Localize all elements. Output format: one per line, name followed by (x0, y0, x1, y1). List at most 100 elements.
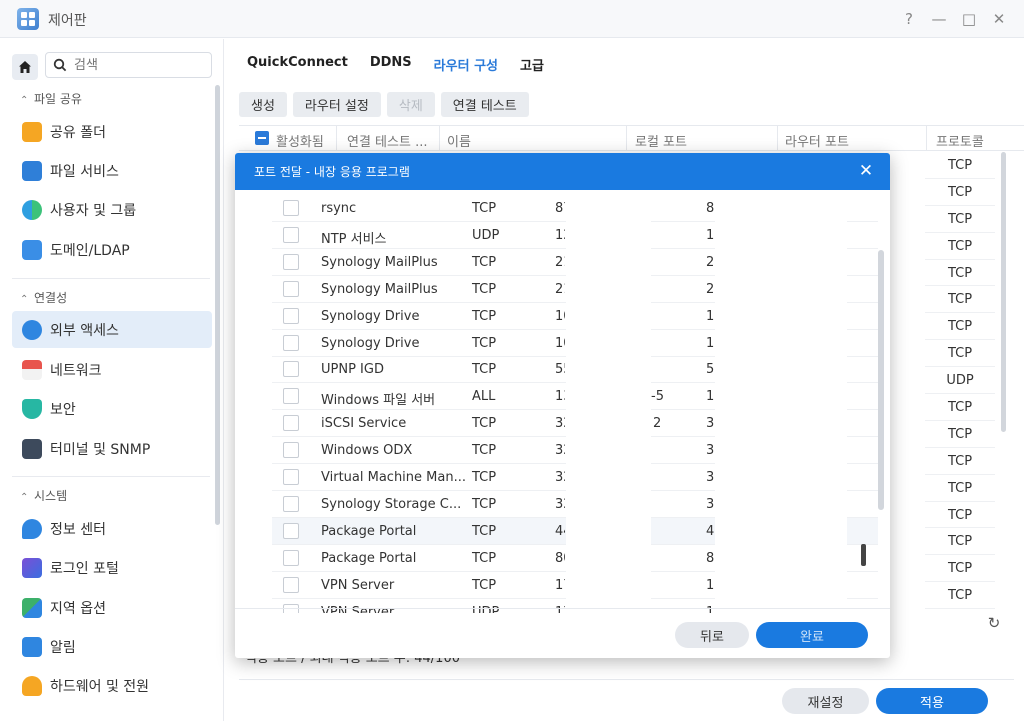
tab-quickconnect[interactable]: QuickConnect (247, 55, 348, 80)
tab-bar: QuickConnect DDNS 라우터 구성 고급 (247, 55, 544, 80)
select-all-checkbox[interactable] (255, 131, 269, 145)
app-name: Synology MailPlus (321, 281, 438, 297)
row-checkbox[interactable] (283, 226, 299, 243)
port-forwarding-dialog: 포트 전달 - 내장 응용 프로그램 ✕ rsync TCP 87 8 NTP 서비스 U… (235, 153, 890, 658)
app-protocol: TCP (472, 308, 497, 324)
sidebar-item-hardware-power[interactable]: 하드웨어 및 전원 (12, 667, 212, 704)
close-icon[interactable]: ✕ (988, 8, 1010, 30)
close-icon[interactable]: ✕ (856, 161, 876, 181)
row-checkbox[interactable] (283, 469, 299, 485)
row-checkbox[interactable] (283, 334, 299, 351)
row-checkbox[interactable] (283, 522, 299, 539)
column-name[interactable]: 이름 (447, 131, 471, 150)
row-checkbox[interactable] (283, 307, 299, 324)
row-checkbox[interactable] (283, 549, 299, 566)
router-settings-button[interactable]: 라우터 설정 (292, 92, 381, 117)
row-checkbox[interactable] (283, 200, 299, 216)
tab-ddns[interactable]: DDNS (370, 55, 412, 80)
sidebar-item-external-access[interactable]: 외부 액세스 (12, 311, 212, 348)
protocol-cell: TCP (925, 475, 995, 502)
section-header-system[interactable]: ⌃ 시스템 (20, 487, 67, 504)
column-enabled[interactable]: 활성화됨 (276, 131, 324, 150)
app-router-port: 3 (706, 416, 715, 432)
test-connection-button[interactable]: 연결 테스트 (440, 92, 529, 117)
external-access-icon (22, 319, 42, 340)
dialog-header: 포트 전달 - 내장 응용 프로그램 ✕ (235, 153, 890, 190)
sidebar-item-login-portal[interactable]: 로그인 포털 (12, 549, 212, 586)
sidebar-item-notification[interactable]: 알림 (12, 628, 212, 665)
row-checkbox[interactable] (283, 253, 299, 270)
column-router-port[interactable]: 라우터 포트 (785, 131, 849, 150)
protocol-cell: TCP (925, 260, 995, 287)
home-button[interactable] (12, 54, 38, 80)
app-name: Synology MailPlus (321, 254, 438, 270)
port-fragment: 2 (653, 416, 662, 432)
finish-button[interactable]: 완료 (756, 622, 868, 648)
app-router-port: 4 (706, 523, 715, 539)
minimize-icon[interactable]: — (928, 8, 950, 30)
column-local-port[interactable]: 로컬 포트 (635, 131, 687, 150)
sidebar-item-domain-ldap[interactable]: 도메인/LDAP (12, 231, 212, 268)
dialog-footer: 뒤로 완료 (235, 608, 890, 658)
app-router-port: 3 (706, 470, 715, 485)
table-scrollbar[interactable] (1001, 152, 1006, 432)
protocol-cell: TCP (925, 582, 995, 610)
sidebar-item-shared-folder[interactable]: 공유 폴더 (12, 113, 212, 150)
apply-button[interactable]: 적용 (876, 688, 988, 714)
reset-button[interactable]: 재설정 (782, 688, 869, 714)
tab-advanced[interactable]: 고급 (520, 55, 544, 80)
column-connection-test[interactable]: 연결 테스트 ... (347, 131, 427, 150)
app-local-port: 13 (555, 389, 565, 405)
row-checkbox[interactable] (283, 280, 299, 297)
sidebar-item-terminal-snmp[interactable]: 터미널 및 SNMP (12, 430, 212, 467)
maximize-icon[interactable]: □ (958, 8, 980, 30)
protocol-cell: TCP (925, 152, 995, 179)
row-checkbox[interactable] (283, 495, 299, 512)
app-protocol: TCP (472, 523, 497, 539)
chevron-up-icon: ⌃ (20, 294, 29, 305)
column-protocol[interactable]: 프로토콜 (936, 131, 984, 150)
notification-icon (22, 636, 42, 657)
help-icon[interactable]: ? (898, 8, 920, 30)
back-button[interactable]: 뒤로 (675, 622, 749, 648)
row-checkbox[interactable] (283, 415, 299, 432)
delete-button[interactable]: 삭제 (386, 92, 435, 117)
row-checkbox[interactable] (283, 361, 299, 378)
protocol-cell: TCP (925, 421, 995, 448)
protocol-cell: TCP (925, 206, 995, 233)
sidebar-item-users-groups[interactable]: 사용자 및 그룹 (12, 191, 212, 228)
app-name: iSCSI Service (321, 416, 407, 432)
app-protocol: TCP (472, 496, 497, 512)
app-name: Windows 파일 서버 (321, 393, 436, 409)
app-router-port: 5 (706, 362, 715, 378)
scroll-thumb[interactable] (861, 544, 866, 566)
dialog-scrollbar[interactable] (878, 250, 884, 510)
app-protocol: TCP (472, 281, 497, 297)
search-input[interactable] (74, 56, 204, 74)
sidebar-item-regional-options[interactable]: 지역 옵션 (12, 589, 212, 626)
sidebar-item-info-center[interactable]: 정보 센터 (12, 510, 212, 547)
sidebar-item-file-services[interactable]: 파일 서비스 (12, 152, 212, 189)
app-protocol: TCP (472, 443, 497, 459)
app-name: UPNP IGD (321, 362, 384, 378)
app-protocol: TCP (472, 254, 497, 270)
protocol-cell: TCP (925, 448, 995, 475)
file-services-icon (22, 160, 42, 181)
search-field[interactable] (45, 52, 212, 78)
app-name: Synology Drive (321, 335, 420, 351)
row-checkbox[interactable] (283, 576, 299, 593)
sidebar-item-network[interactable]: 네트워크 (12, 351, 212, 388)
row-checkbox[interactable] (283, 442, 299, 459)
tab-router-config[interactable]: 라우터 구성 (434, 55, 498, 80)
blank-column (566, 195, 651, 613)
app-router-port: 2 (706, 281, 715, 297)
protocol-cell: TCP (925, 286, 995, 314)
section-header-connectivity[interactable]: ⌃ 연결성 (20, 289, 67, 306)
app-protocol: TCP (472, 577, 497, 593)
sidebar-item-security[interactable]: 보안 (12, 390, 212, 427)
create-button[interactable]: 생성 (239, 92, 287, 117)
row-checkbox[interactable] (283, 388, 299, 405)
sidebar-scrollbar[interactable] (215, 85, 220, 525)
section-header-file-sharing[interactable]: ⌃ 파일 공유 (20, 90, 82, 107)
refresh-icon[interactable]: ↻ (983, 612, 1005, 634)
